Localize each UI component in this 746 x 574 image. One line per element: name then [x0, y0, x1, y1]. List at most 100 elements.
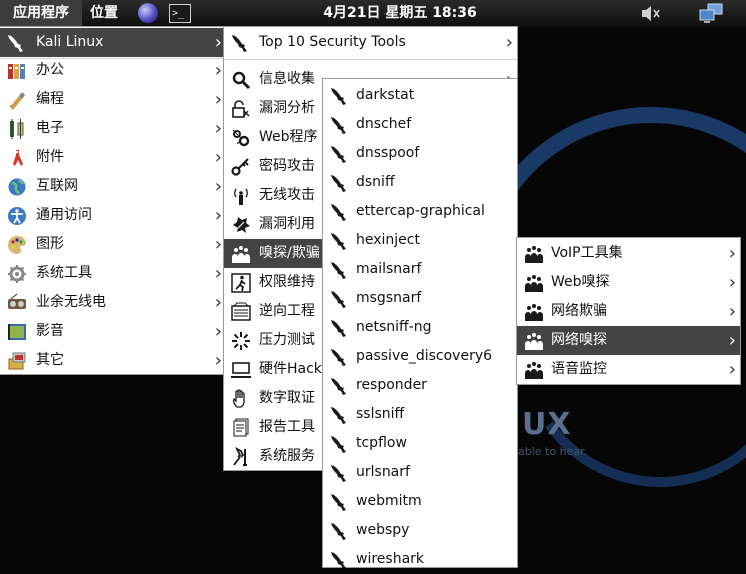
terminal-icon[interactable]: >_: [169, 4, 191, 23]
menu-item-label: ettercap-graphical: [356, 203, 485, 219]
app-category-10[interactable]: 影音 ›: [0, 317, 226, 346]
kali-dragon-icon: [330, 434, 350, 454]
tool-menu-item-netsniff-ng[interactable]: netsniff-ng: [323, 313, 517, 342]
sniff-category-1[interactable]: Web嗅探 ›: [517, 268, 740, 297]
menu-item-label: hexinject: [356, 232, 420, 248]
tool-menu-item-urlsnarf[interactable]: urlsnarf: [323, 458, 517, 487]
menu-item-label: tcpflow: [356, 435, 407, 451]
sniff-category-4[interactable]: 语音监控 ›: [517, 355, 740, 384]
app-category-8[interactable]: 系统工具 ›: [0, 259, 226, 288]
menu-item-label: Top 10 Security Tools: [259, 34, 406, 50]
chevron-right-icon: ›: [728, 330, 736, 351]
sniffing-icon: [524, 360, 544, 380]
places-menu-button[interactable]: 位置: [90, 0, 118, 27]
reverse-engineering-icon: [231, 302, 251, 322]
chevron-right-icon: ›: [728, 359, 736, 380]
app-category-6[interactable]: 通用访问 ›: [0, 201, 226, 230]
kali-category-0[interactable]: Top 10 Security Tools ›: [224, 28, 517, 57]
app-category-3[interactable]: 电子 ›: [0, 114, 226, 143]
tool-menu-item-dnsspoof[interactable]: dnsspoof: [323, 139, 517, 168]
app-category-0[interactable]: Kali Linux ›: [0, 28, 226, 57]
app-category-5[interactable]: 互联网 ›: [0, 172, 226, 201]
tool-menu-item-dnschef[interactable]: dnschef: [323, 110, 517, 139]
chevron-right-icon: ›: [214, 176, 222, 197]
tool-menu-item-responder[interactable]: responder: [323, 371, 517, 400]
tool-menu-item-darkstat[interactable]: darkstat: [323, 81, 517, 110]
menu-item-label: 系统工具: [36, 265, 92, 281]
volume-muted-icon[interactable]: [640, 4, 662, 23]
app-category-4[interactable]: 附件 ›: [0, 143, 226, 172]
chevron-right-icon: ›: [214, 205, 222, 226]
app-category-9[interactable]: 业余无线电 ›: [0, 288, 226, 317]
other-icon: [7, 351, 27, 371]
menu-separator: [224, 59, 517, 60]
multimedia-icon: [7, 322, 27, 342]
tool-menu-item-hexinject[interactable]: hexinject: [323, 226, 517, 255]
chevron-right-icon: ›: [214, 118, 222, 139]
kali-dragon-icon: [330, 173, 350, 193]
sniffing-icon: [524, 273, 544, 293]
menu-item-label: wireshark: [356, 551, 425, 567]
app-category-2[interactable]: 编程 ›: [0, 85, 226, 114]
chevron-right-icon: ›: [214, 350, 222, 371]
menu-item-label: Web嗅探: [551, 274, 610, 290]
tool-menu-item-sslsniff[interactable]: sslsniff: [323, 400, 517, 429]
kali-dragon-icon: [330, 550, 350, 570]
wireless-icon: [231, 186, 251, 206]
menu-item-label: 嗅探/欺骗: [259, 245, 320, 261]
menu-item-label: mailsnarf: [356, 261, 422, 277]
menu-item-label: 漏洞利用: [259, 216, 315, 232]
tool-menu-item-ettercap-graphical[interactable]: ettercap-graphical: [323, 197, 517, 226]
internet-globe-icon: [7, 177, 27, 197]
menu-item-label: 互联网: [36, 178, 78, 194]
programming-icon: [7, 90, 27, 110]
menu-item-label: 网络欺骗: [551, 303, 607, 319]
clock[interactable]: 4月21日 星期五 18:36: [310, 0, 490, 27]
tool-menu-item-mailsnarf[interactable]: mailsnarf: [323, 255, 517, 284]
menu-item-label: 报告工具: [259, 419, 315, 435]
kali-dragon-icon: [330, 318, 350, 338]
applications-menu: Kali Linux › 办公 › 编程 › 电子 › 附件 › 互联网 › 通用访问 › 图形 › 系统工具 ›…: [0, 27, 226, 374]
kali-dragon-icon: [330, 144, 350, 164]
network-icon[interactable]: [698, 3, 724, 24]
tool-menu-item-webmitm[interactable]: webmitm: [323, 487, 517, 516]
graphics-icon: [7, 235, 27, 255]
menu-item-label: darkstat: [356, 87, 415, 103]
browser-globe-icon[interactable]: [138, 3, 158, 23]
sniff-category-0[interactable]: VoIP工具集 ›: [517, 239, 740, 268]
tool-menu-item-tcpflow[interactable]: tcpflow: [323, 429, 517, 458]
network-sniffing-tools-submenu: darkstat dnschef dnsspoof dsniff ettercap-gr…: [323, 79, 517, 569]
menu-item-label: 语音监控: [551, 361, 607, 377]
electronics-icon: [7, 119, 27, 139]
tool-menu-item-wireshark[interactable]: wireshark: [323, 545, 517, 574]
menu-item-label: webspy: [356, 522, 410, 538]
exploit-icon: [231, 215, 251, 235]
accessibility-icon: [7, 206, 27, 226]
chevron-right-icon: ›: [728, 272, 736, 293]
applications-menu-button[interactable]: 应用程序: [0, 0, 82, 27]
tool-menu-item-webspy[interactable]: webspy: [323, 516, 517, 545]
sniffing-icon: [524, 302, 544, 322]
app-category-1[interactable]: 办公 ›: [0, 56, 226, 85]
menu-item-label: dnsspoof: [356, 145, 420, 161]
tool-menu-item-msgsnarf[interactable]: msgsnarf: [323, 284, 517, 313]
kali-dragon-icon: [330, 376, 350, 396]
ham-radio-icon: [7, 293, 27, 313]
menu-item-label: 无线攻击: [259, 187, 315, 203]
menu-item-label: 系统服务: [259, 448, 315, 464]
kali-dragon-icon: [330, 289, 350, 309]
tool-menu-item-dsniff[interactable]: dsniff: [323, 168, 517, 197]
tool-menu-item-passive-discovery6[interactable]: passive_discovery6: [323, 342, 517, 371]
web-gears-icon: [231, 128, 251, 148]
sniff-category-2[interactable]: 网络欺骗 ›: [517, 297, 740, 326]
menu-item-label: 数字取证: [259, 390, 315, 406]
kali-dragon-icon: [330, 86, 350, 106]
chevron-right-icon: ›: [505, 32, 513, 53]
sniff-category-3[interactable]: 网络嗅探 ›: [517, 326, 740, 355]
sniffing-icon: [231, 244, 251, 264]
key-icon: [231, 157, 251, 177]
menu-item-label: urlsnarf: [356, 464, 410, 480]
app-category-11[interactable]: 其它 ›: [0, 346, 226, 375]
menu-item-label: 压力测试: [259, 332, 315, 348]
app-category-7[interactable]: 图形 ›: [0, 230, 226, 259]
